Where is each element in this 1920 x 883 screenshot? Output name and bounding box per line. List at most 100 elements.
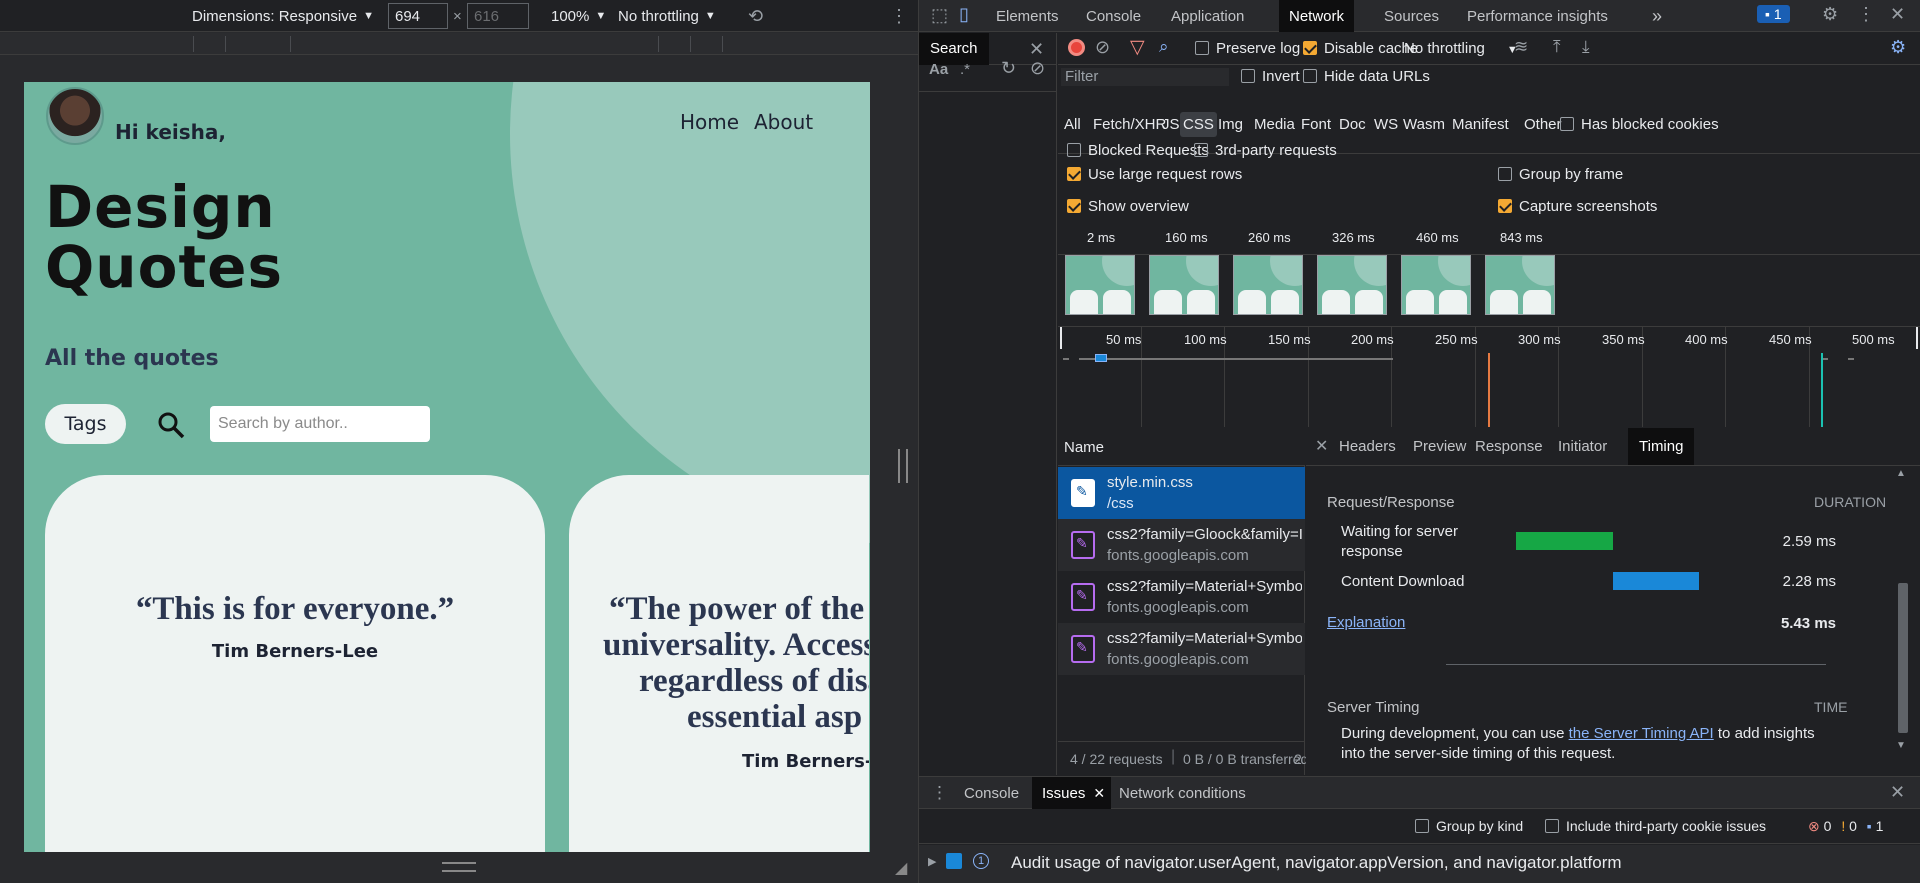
screenshot-thumbnail[interactable]: [1317, 255, 1387, 315]
large-rows-checkbox[interactable]: Use large request rows: [1067, 166, 1242, 183]
tags-button[interactable]: Tags: [45, 404, 126, 444]
resize-handle[interactable]: [898, 449, 908, 483]
tab-application[interactable]: Application: [1161, 0, 1254, 32]
upload-icon[interactable]: ⤒: [1553, 37, 1561, 57]
quote-card[interactable]: “The power of the W universality. Access…: [569, 475, 869, 852]
bottom-resize-handle[interactable]: [442, 862, 476, 872]
drawer-tab-issues[interactable]: Issues ✕: [1032, 777, 1112, 809]
request-row[interactable]: css2?family=Material+Symbols+Ou... fonts…: [1058, 571, 1305, 623]
type-fetch-xhr[interactable]: Fetch/XHR: [1090, 112, 1169, 137]
dimensions-dropdown[interactable]: Dimensions: Responsive ▼: [192, 0, 374, 32]
more-options-icon[interactable]: ⋮: [1857, 4, 1875, 25]
preserve-log-checkbox[interactable]: Preserve log: [1195, 40, 1300, 57]
checkbox[interactable]: [1241, 69, 1255, 84]
checkbox[interactable]: [1545, 819, 1559, 834]
checkbox[interactable]: [1498, 199, 1512, 214]
checkbox[interactable]: [1498, 167, 1512, 182]
screenshot-thumbnail[interactable]: [1149, 255, 1219, 315]
record-button[interactable]: [1068, 39, 1085, 56]
screenshot-thumbnail[interactable]: [1065, 255, 1135, 315]
zoom-dropdown[interactable]: 100% ▼: [551, 0, 606, 32]
height-input[interactable]: 616: [467, 3, 529, 29]
drawer-tab-network-conditions[interactable]: Network conditions: [1109, 777, 1256, 809]
issue-row[interactable]: ▶ 1 Audit usage of navigator.userAgent, …: [919, 845, 1920, 883]
invert-checkbox[interactable]: Invert: [1241, 68, 1300, 85]
tab-response[interactable]: Response: [1464, 428, 1554, 465]
scroll-up-icon[interactable]: ▲: [1896, 468, 1906, 479]
network-settings-icon[interactable]: ⚙: [1890, 37, 1906, 58]
more-options-icon[interactable]: ⋮: [890, 0, 908, 32]
close-tab-icon[interactable]: ✕: [1093, 785, 1105, 802]
tab-initiator[interactable]: Initiator: [1547, 428, 1618, 465]
tab-network[interactable]: Network: [1279, 0, 1355, 32]
tab-timing[interactable]: Timing: [1628, 428, 1695, 465]
type-font[interactable]: Font: [1298, 112, 1334, 137]
device-throttling-dropdown[interactable]: No throttling ▼: [618, 0, 716, 32]
screenshot-thumbnail[interactable]: [1401, 255, 1471, 315]
screenshot-thumbnail[interactable]: [1233, 255, 1303, 315]
scroll-down-icon[interactable]: ▼: [1896, 740, 1906, 751]
filter-icon[interactable]: ▽: [1130, 36, 1145, 59]
checkbox[interactable]: [1067, 167, 1081, 182]
tab-console[interactable]: Console: [1076, 0, 1151, 32]
type-manifest[interactable]: Manifest: [1449, 112, 1512, 137]
type-img[interactable]: Img: [1215, 112, 1246, 137]
close-icon[interactable]: ✕: [1890, 4, 1905, 25]
clear-icon[interactable]: ⊘: [1030, 58, 1045, 79]
checkbox[interactable]: [1195, 41, 1209, 56]
throttling-dropdown[interactable]: No throttling ▼: [1404, 40, 1518, 57]
type-js[interactable]: JS: [1159, 112, 1183, 137]
refresh-icon[interactable]: ↻: [1001, 58, 1016, 79]
third-party-cookies-checkbox[interactable]: Include third-party cookie issues: [1545, 818, 1766, 834]
type-all[interactable]: All: [1061, 112, 1084, 137]
request-row[interactable]: style.min.css /css: [1058, 467, 1305, 519]
request-row[interactable]: css2?family=Gloock&family=Inter:... font…: [1058, 519, 1305, 571]
tab-elements[interactable]: Elements: [986, 0, 1069, 32]
author-search-input[interactable]: [210, 406, 430, 442]
checkbox[interactable]: [1067, 199, 1081, 214]
screenshot-thumbnail[interactable]: [1485, 255, 1555, 315]
match-case-button[interactable]: Aa: [929, 61, 948, 78]
gear-icon[interactable]: ⚙: [1822, 4, 1838, 25]
type-wasm[interactable]: Wasm: [1400, 112, 1448, 137]
checkbox[interactable]: [1415, 819, 1429, 834]
nav-home[interactable]: Home: [680, 110, 739, 134]
rotate-icon[interactable]: ⟲: [748, 0, 763, 32]
quote-card[interactable]: “This is for everyone.” Tim Berners-Lee: [45, 475, 545, 852]
checkbox[interactable]: [1303, 41, 1317, 56]
type-css[interactable]: CSS: [1180, 112, 1217, 137]
tab-sources[interactable]: Sources: [1374, 0, 1449, 32]
checkbox[interactable]: [1303, 69, 1317, 84]
corner-resize-icon[interactable]: ◢: [895, 858, 907, 878]
request-row[interactable]: css2?family=Material+Symbols+Ou... fonts…: [1058, 623, 1305, 675]
close-detail-icon[interactable]: ✕: [1315, 436, 1328, 456]
network-conditions-icon[interactable]: ≋: [1514, 37, 1528, 57]
hide-data-urls-checkbox[interactable]: Hide data URLs: [1303, 68, 1430, 85]
capture-screenshots-checkbox[interactable]: Capture screenshots: [1498, 198, 1657, 215]
disable-cache-checkbox[interactable]: Disable cache: [1303, 40, 1418, 57]
has-blocked-cookies-checkbox[interactable]: Has blocked cookies: [1556, 116, 1719, 133]
checkbox[interactable]: [1560, 117, 1574, 132]
download-icon[interactable]: ⤓: [1582, 37, 1590, 57]
tab-performance-insights[interactable]: Performance insights: [1457, 0, 1618, 32]
group-by-kind-checkbox[interactable]: Group by kind: [1415, 818, 1523, 834]
issues-badge[interactable]: ▪ 1: [1757, 5, 1790, 23]
type-doc[interactable]: Doc: [1336, 112, 1369, 137]
close-drawer-icon[interactable]: ✕: [1890, 782, 1905, 803]
server-timing-api-link[interactable]: the Server Timing API: [1569, 725, 1714, 742]
regex-button[interactable]: .*: [960, 61, 970, 78]
group-by-frame-checkbox[interactable]: Group by frame: [1498, 166, 1623, 183]
device-toggle-icon[interactable]: ▯: [959, 4, 969, 25]
search-icon[interactable]: ⌕: [1159, 37, 1169, 57]
inspect-icon[interactable]: ⬚: [931, 5, 948, 26]
explanation-link[interactable]: Explanation: [1327, 614, 1405, 631]
expand-icon[interactable]: ▶: [928, 855, 936, 868]
drawer-menu-icon[interactable]: ⋮: [931, 783, 948, 803]
close-search-icon[interactable]: ✕: [1029, 39, 1044, 60]
width-input[interactable]: 694: [388, 3, 448, 29]
name-column-header[interactable]: Name: [1064, 439, 1104, 456]
scrollbar-thumb[interactable]: [1898, 583, 1908, 733]
tab-headers[interactable]: Headers: [1328, 428, 1407, 465]
more-tabs-icon[interactable]: »: [1642, 0, 1672, 32]
drawer-tab-console[interactable]: Console: [954, 777, 1029, 809]
